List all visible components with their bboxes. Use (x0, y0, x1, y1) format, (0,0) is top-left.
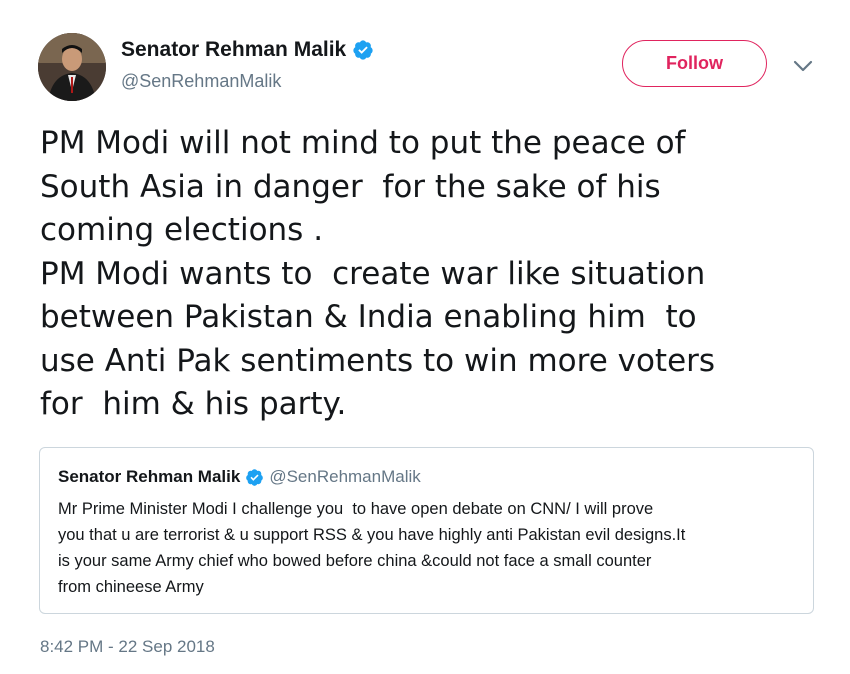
tweet-text-line: South Asia in danger for the sake of his (40, 168, 661, 205)
author-handle[interactable]: @SenRehmanMalik (121, 71, 281, 92)
tweet-timestamp[interactable]: 8:42 PM - 22 Sep 2018 (40, 637, 215, 657)
verified-badge-icon (246, 468, 264, 486)
avatar[interactable] (38, 33, 106, 101)
chevron-down-icon[interactable] (792, 58, 814, 74)
follow-button[interactable]: Follow (622, 40, 767, 87)
quoted-text-line: you that u are terrorist & u support RSS… (58, 526, 686, 544)
quoted-text-line: from chineese Army (58, 578, 204, 596)
author-name[interactable]: Senator Rehman Malik (121, 38, 346, 62)
verified-badge-icon (353, 40, 373, 60)
tweet-text-line: PM Modi will not mind to put the peace o… (40, 125, 686, 161)
quoted-author-name: Senator Rehman Malik (58, 467, 241, 486)
tweet-text: PM Modi will not mind to put the peace o… (40, 122, 820, 427)
tweet-text-line: between Pakistan & India enabling him to (40, 299, 697, 335)
tweet-text-line: for him & his party. (40, 386, 347, 422)
tweet-text-line: coming elections . (40, 212, 324, 248)
quoted-tweet-header: Senator Rehman Malik @SenRehmanMalik (58, 467, 421, 487)
quoted-text-line: is your same Army chief who bowed before… (58, 552, 652, 570)
quoted-tweet-card[interactable]: Senator Rehman Malik @SenRehmanMalik Mr … (39, 447, 814, 614)
quoted-tweet-text: Mr Prime Minister Modi I challenge you t… (58, 496, 803, 600)
quoted-text-line: Mr Prime Minister Modi I challenge you t… (58, 500, 654, 518)
avatar-photo (38, 33, 106, 101)
author-name-row: Senator Rehman Malik (121, 38, 374, 62)
tweet-text-line: use Anti Pak sentiments to win more vote… (40, 342, 716, 379)
quoted-author-handle: @SenRehmanMalik (269, 467, 421, 486)
tweet-text-line: PM Modi wants to create war like situati… (40, 255, 706, 292)
